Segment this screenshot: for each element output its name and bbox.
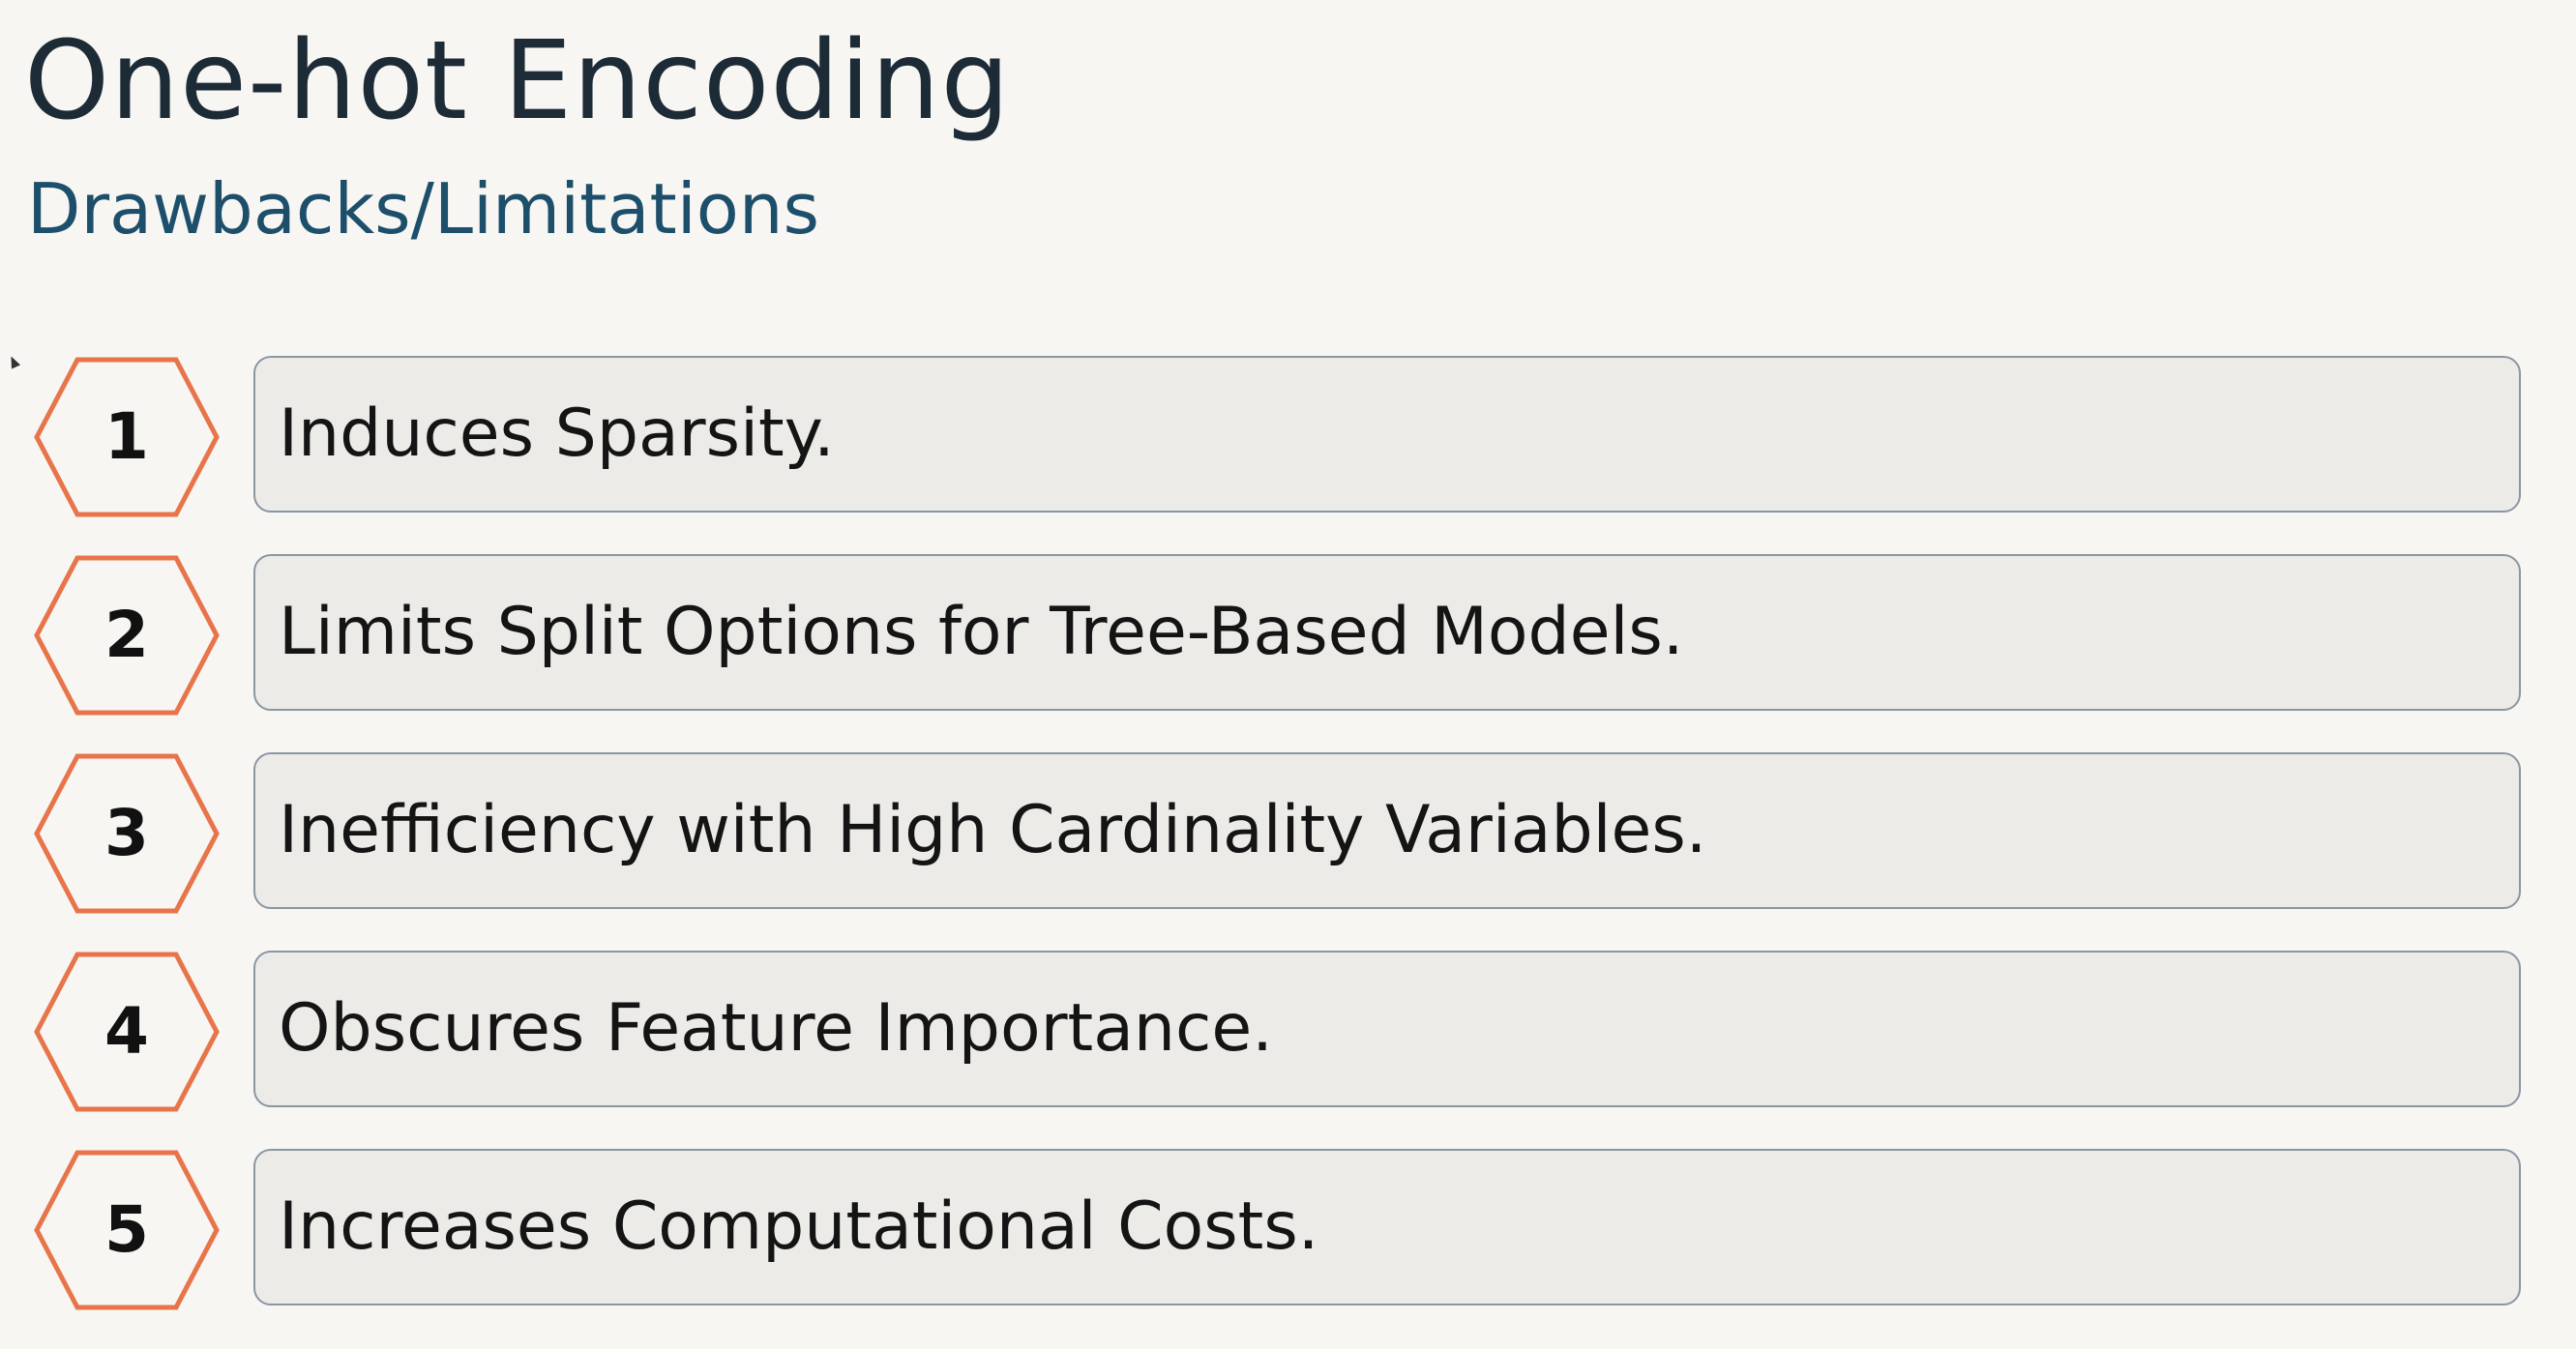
item-text: Induces Sparsity. — [279, 396, 835, 472]
item-text: Increases Computational Costs. — [279, 1188, 1319, 1265]
list-item: 4 Obscures Feature Importance. — [0, 950, 2576, 1114]
item-text: Inefficiency with High Cardinality Varia… — [279, 792, 1707, 868]
hexagon-number-badge: 2 — [33, 555, 221, 716]
hexagon-number-badge: 3 — [33, 753, 221, 914]
list-item: 2 Limits Split Options for Tree-Based Mo… — [0, 553, 2576, 718]
drawbacks-list: 1 Induces Sparsity. 2 Limits Split Optio… — [0, 0, 2576, 1349]
list-item: 5 Increases Computational Costs. — [0, 1148, 2576, 1312]
item-number: 5 — [104, 1192, 149, 1267]
item-box: Inefficiency with High Cardinality Varia… — [253, 752, 2521, 909]
item-text: Obscures Feature Importance. — [279, 990, 1273, 1067]
item-number: 1 — [104, 399, 149, 474]
item-box: Obscures Feature Importance. — [253, 951, 2521, 1107]
item-box: Induces Sparsity. — [253, 356, 2521, 513]
item-number: 2 — [104, 598, 149, 672]
hexagon-number-badge: 5 — [33, 1150, 221, 1310]
item-number: 3 — [104, 796, 149, 870]
hexagon-number-badge: 4 — [33, 952, 221, 1112]
list-item: 3 Inefficiency with High Cardinality Var… — [0, 751, 2576, 916]
item-text: Limits Split Options for Tree-Based Mode… — [279, 594, 1684, 670]
item-number: 4 — [104, 994, 149, 1069]
item-box: Increases Computational Costs. — [253, 1149, 2521, 1305]
list-item: 1 Induces Sparsity. — [0, 355, 2576, 519]
item-box: Limits Split Options for Tree-Based Mode… — [253, 554, 2521, 711]
hexagon-number-badge: 1 — [33, 357, 221, 517]
